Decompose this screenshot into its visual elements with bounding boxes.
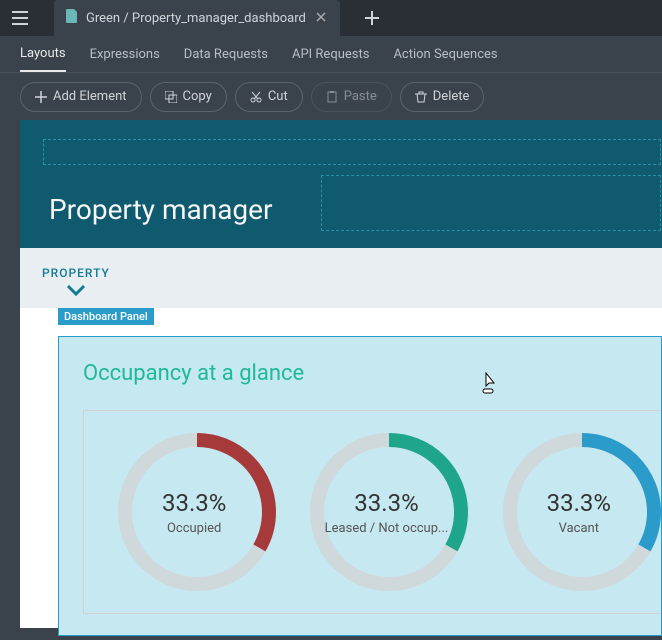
gauge-label: Occupied bbox=[167, 521, 221, 536]
paste-button[interactable]: Paste bbox=[311, 82, 392, 112]
new-tab-button[interactable] bbox=[354, 0, 390, 36]
gauges-row: 33.3% Occupied 33.3% Leased / Not occup.… bbox=[83, 410, 661, 614]
gauge-value: 33.3% bbox=[547, 489, 611, 517]
panel-badge: Dashboard Panel bbox=[58, 308, 154, 325]
paste-icon bbox=[326, 91, 338, 103]
titlebar: Green / Property_manager_dashboard bbox=[0, 0, 662, 36]
placeholder-region[interactable] bbox=[43, 139, 661, 165]
subtab-layouts[interactable]: Layouts bbox=[20, 36, 66, 72]
document-tab[interactable]: Green / Property_manager_dashboard bbox=[54, 0, 340, 36]
placeholder-region[interactable] bbox=[321, 175, 661, 231]
dashboard-panel[interactable]: Occupancy at a glance 33.3% Occupied 33.… bbox=[58, 336, 662, 636]
toolbar: Add Element Copy Cut Paste Delete bbox=[0, 72, 662, 120]
page-header-region[interactable]: Property manager bbox=[20, 120, 662, 248]
section-label: PROPERTY bbox=[42, 266, 110, 280]
gauge-value: 33.3% bbox=[162, 489, 226, 517]
gauge-label: Leased / Not occup... bbox=[325, 521, 449, 536]
trash-icon bbox=[415, 91, 427, 103]
subtab-action-sequences[interactable]: Action Sequences bbox=[393, 36, 497, 72]
cut-icon bbox=[250, 91, 262, 103]
subtabs-bar: Layouts Expressions Data Requests API Reque… bbox=[0, 36, 662, 72]
add-element-button[interactable]: Add Element bbox=[20, 82, 142, 112]
plus-icon bbox=[365, 11, 379, 25]
subtab-expressions[interactable]: Expressions bbox=[90, 36, 160, 72]
document-icon bbox=[66, 9, 78, 27]
canvas-area: Property manager PROPERTY Dashboard Pane… bbox=[0, 120, 662, 640]
copy-icon bbox=[165, 91, 177, 103]
gauge-chart[interactable]: 33.3% Vacant bbox=[497, 427, 661, 597]
hamburger-icon bbox=[12, 11, 28, 25]
chevron-down-icon[interactable] bbox=[66, 282, 86, 301]
hamburger-menu-button[interactable] bbox=[0, 0, 40, 36]
subtab-data-requests[interactable]: Data Requests bbox=[184, 36, 268, 72]
close-icon bbox=[316, 12, 326, 22]
gauge-chart[interactable]: 33.3% Occupied bbox=[112, 427, 276, 597]
tab-title: Green / Property_manager_dashboard bbox=[86, 11, 306, 26]
tab-close-button[interactable] bbox=[314, 9, 328, 28]
gauge-chart[interactable]: 33.3% Leased / Not occup... bbox=[304, 427, 468, 597]
gauge-label: Vacant bbox=[559, 521, 599, 536]
page-title[interactable]: Property manager bbox=[49, 193, 272, 226]
subtab-api-requests[interactable]: API Requests bbox=[292, 36, 369, 72]
cut-button[interactable]: Cut bbox=[235, 82, 303, 112]
delete-button[interactable]: Delete bbox=[400, 82, 485, 112]
gauge-value: 33.3% bbox=[354, 489, 418, 517]
workspace[interactable]: Dashboard Panel Occupancy at a glance 33… bbox=[20, 308, 662, 628]
plus-icon bbox=[35, 91, 47, 103]
copy-button[interactable]: Copy bbox=[150, 82, 227, 112]
panel-title: Occupancy at a glance bbox=[83, 361, 661, 386]
section-bar[interactable]: PROPERTY bbox=[20, 248, 662, 308]
